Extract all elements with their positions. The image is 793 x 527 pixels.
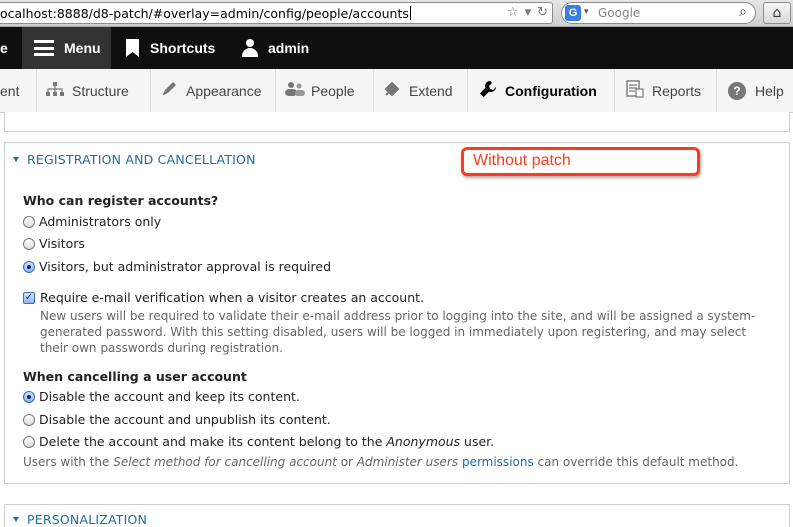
url-bar-icons: ☆ ▾ ↻ xyxy=(501,5,548,20)
tray-divider xyxy=(275,69,276,113)
tray-divider xyxy=(150,69,151,113)
toolbar-home[interactable]: e xyxy=(0,27,22,69)
radio-button-selected[interactable] xyxy=(23,390,35,403)
search-bar[interactable]: G ▾ Google ⌕ xyxy=(561,2,756,24)
browser-chrome: ocalhost:8888/d8-patch/#overlay=admin/co… xyxy=(0,0,793,27)
menu-icon xyxy=(34,40,54,56)
triangle-down-icon xyxy=(13,517,19,522)
register-option-admins[interactable]: Administrators only xyxy=(23,214,161,229)
triangle-down-icon xyxy=(13,157,19,162)
toolbar-user-button[interactable]: admin xyxy=(226,27,326,69)
email-verification-checkbox[interactable]: ✓ Require e-mail verification when a vis… xyxy=(23,290,424,305)
structure-icon xyxy=(46,81,64,101)
wrench-icon xyxy=(479,80,497,103)
reload-icon[interactable]: ↻ xyxy=(537,5,548,20)
tray-divider xyxy=(614,69,615,113)
tray-item-label: Structure xyxy=(72,83,129,99)
radio-button[interactable] xyxy=(23,435,35,448)
permissions-link[interactable]: permissions xyxy=(462,455,534,469)
cancel-option-unpublish[interactable]: Disable the account and unpublish its co… xyxy=(23,412,331,427)
option-label: Visitors, but administrator approval is … xyxy=(39,259,332,274)
previous-fieldset xyxy=(4,112,790,132)
google-icon[interactable]: G xyxy=(565,5,581,21)
toolbar-shortcuts-label: Shortcuts xyxy=(150,40,216,56)
admin-toolbar: e Menu Shortcuts admin xyxy=(0,27,793,69)
toolbar-menu-button[interactable]: Menu xyxy=(22,27,111,69)
personalization-fieldset: PERSONALIZATION xyxy=(4,504,790,527)
checkbox-checked[interactable]: ✓ xyxy=(23,291,35,304)
search-engine-chevron-down-icon[interactable]: ▾ xyxy=(584,7,589,17)
tray-item-structure[interactable]: Structure xyxy=(46,69,129,113)
radio-button[interactable] xyxy=(23,237,35,250)
option-label: Administrators only xyxy=(39,214,162,229)
fieldset-title: REGISTRATION AND CANCELLATION xyxy=(27,152,256,167)
dropdown-arrow-icon[interactable]: ▾ xyxy=(525,5,532,20)
tray-item-label: Configuration xyxy=(505,83,597,99)
tray-item-help[interactable]: ? Help xyxy=(728,69,784,113)
toolbar-menu-label: Menu xyxy=(64,40,101,56)
radio-button[interactable] xyxy=(23,413,35,426)
tray-divider xyxy=(373,69,374,113)
toolbar-shortcuts-button[interactable]: Shortcuts xyxy=(111,27,226,69)
tray-item-configuration[interactable]: Configuration xyxy=(479,69,597,113)
register-option-visitors[interactable]: Visitors xyxy=(23,236,85,251)
toolbar-home-label: e xyxy=(0,40,8,56)
tray-item-label: ent xyxy=(0,83,20,99)
tray-item-label: Appearance xyxy=(186,83,262,99)
email-verification-description: New users will be required to validate t… xyxy=(40,309,756,355)
tray-item-label: Help xyxy=(755,83,784,99)
home-icon: ⌂ xyxy=(772,5,782,21)
tray-item-extend[interactable]: Extend xyxy=(383,69,453,113)
search-input[interactable]: Google xyxy=(598,6,640,20)
appearance-icon xyxy=(160,81,178,102)
home-button[interactable]: ⌂ xyxy=(763,2,791,24)
reports-icon xyxy=(626,79,644,103)
tray-item-label: Reports xyxy=(652,83,702,99)
option-label: Disable the account and unpublish its co… xyxy=(39,412,331,427)
cancel-method-description: Users with the Select method for cancell… xyxy=(23,455,739,469)
extend-icon xyxy=(383,81,401,102)
option-label: Delete the account and make its content … xyxy=(39,434,495,449)
tray-item-reports[interactable]: Reports xyxy=(626,69,701,113)
tray-divider xyxy=(467,69,468,113)
url-text[interactable]: ocalhost:8888/d8-patch/#overlay=admin/co… xyxy=(0,6,411,21)
option-label: Visitors xyxy=(39,236,85,251)
tray-item-label: People xyxy=(311,83,355,99)
bookmark-star-icon[interactable]: ☆ xyxy=(507,5,519,20)
tray-item-appearance[interactable]: Appearance xyxy=(160,69,262,113)
tray-item-content[interactable]: ent xyxy=(0,69,19,113)
help-icon: ? xyxy=(728,82,746,100)
tray-divider xyxy=(716,69,717,113)
tray-divider xyxy=(36,69,37,113)
tray-item-label: Extend xyxy=(409,83,453,99)
people-icon xyxy=(285,81,305,101)
who-can-register-label: Who can register accounts? xyxy=(23,193,219,208)
cancel-option-reassign[interactable]: Delete the account and make its content … xyxy=(23,434,494,449)
user-icon xyxy=(241,39,259,57)
annotation-callout: Without patch xyxy=(461,147,700,176)
radio-button-selected[interactable] xyxy=(23,260,35,273)
bookmark-icon xyxy=(126,39,139,57)
fieldset-title: PERSONALIZATION xyxy=(27,512,148,527)
checkbox-label: Require e-mail verification when a visit… xyxy=(40,290,425,305)
toolbar-tray: ent Structure Appearance People Extend C… xyxy=(0,69,793,113)
personalization-fieldset-toggle[interactable]: PERSONALIZATION xyxy=(13,512,147,527)
registration-fieldset-toggle[interactable]: REGISTRATION AND CANCELLATION xyxy=(13,152,256,167)
option-label: Disable the account and keep its content… xyxy=(39,389,300,404)
search-icon[interactable]: ⌕ xyxy=(739,4,747,20)
register-option-visitors-approval[interactable]: Visitors, but administrator approval is … xyxy=(23,259,331,274)
radio-button[interactable] xyxy=(23,215,35,228)
toolbar-user-label: admin xyxy=(268,40,310,56)
cancel-account-label: When cancelling a user account xyxy=(23,369,247,384)
cancel-option-keep[interactable]: Disable the account and keep its content… xyxy=(23,389,300,404)
tray-item-people[interactable]: People xyxy=(285,69,355,113)
url-bar[interactable]: ocalhost:8888/d8-patch/#overlay=admin/co… xyxy=(0,2,553,24)
